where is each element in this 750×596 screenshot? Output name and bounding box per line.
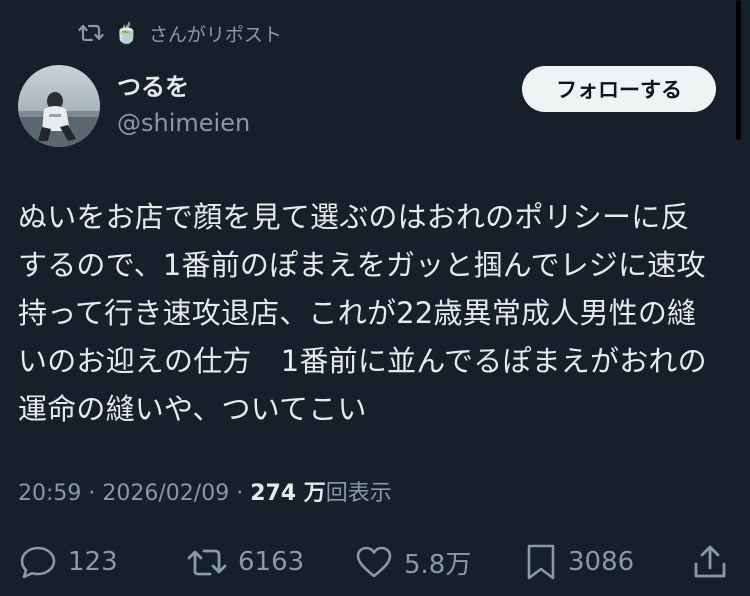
post-text-line: するので、1番前のぽまえをガッと掴んでレジに速攻 [18, 248, 706, 282]
post-text-line: ぬいをお店で顔を見て選ぶのはおれのポリシーに反 [18, 200, 690, 234]
user-handle[interactable]: @shimeien [117, 108, 250, 138]
reply-icon [18, 544, 58, 580]
post-text-line: 持って行き速攻退店、これが22歳異常成人男性の縫 [18, 296, 697, 330]
bookmark-button[interactable]: 3086 [524, 538, 634, 586]
reply-count: 123 [68, 547, 118, 577]
repost-indicator[interactable]: 🍵 さんがリポスト [78, 18, 282, 48]
share-icon [690, 542, 730, 582]
views-label: 回表示 [325, 481, 392, 506]
meta-separator: · [81, 481, 103, 506]
meta-separator: · [229, 481, 251, 506]
display-name[interactable]: つるを [117, 72, 189, 102]
post-time[interactable]: 20:59 [18, 481, 81, 506]
bookmark-count: 3086 [568, 547, 635, 577]
follow-button[interactable]: フォローする [522, 66, 716, 112]
reply-button[interactable]: 123 [18, 538, 118, 586]
repost-count: 6163 [238, 547, 305, 577]
post-date[interactable]: 2026/02/09 [102, 481, 229, 506]
repost-button[interactable]: 6163 [186, 538, 304, 586]
scrollbar[interactable] [736, 0, 741, 140]
post-text-line: 運命の縫いや、ついてこい [18, 392, 367, 426]
heart-icon [354, 544, 394, 580]
action-bar: 123 6163 5.8万 3086 [0, 538, 750, 586]
share-button[interactable] [690, 538, 730, 586]
post-meta: 20:59 · 2026/02/09 · 274 万回表示 [18, 478, 392, 510]
like-count: 5.8万 [404, 549, 472, 580]
tea-emoji-icon: 🍵 [114, 21, 139, 45]
post-text: ぬいをお店で顔を見て選ぶのはおれのポリシーに反 するので、1番前のぽまえをガッと… [18, 193, 728, 433]
views-count: 274 万 [250, 481, 326, 506]
repost-label: さんがリポスト [148, 23, 282, 46]
bookmark-icon [524, 543, 558, 581]
repost-icon [186, 544, 228, 580]
avatar[interactable] [18, 65, 100, 147]
like-button[interactable]: 5.8万 [354, 538, 471, 586]
repost-icon [78, 22, 104, 44]
post-text-line: いのお迎えの仕方 1番前に並んでるぽまえがおれの [18, 344, 707, 378]
